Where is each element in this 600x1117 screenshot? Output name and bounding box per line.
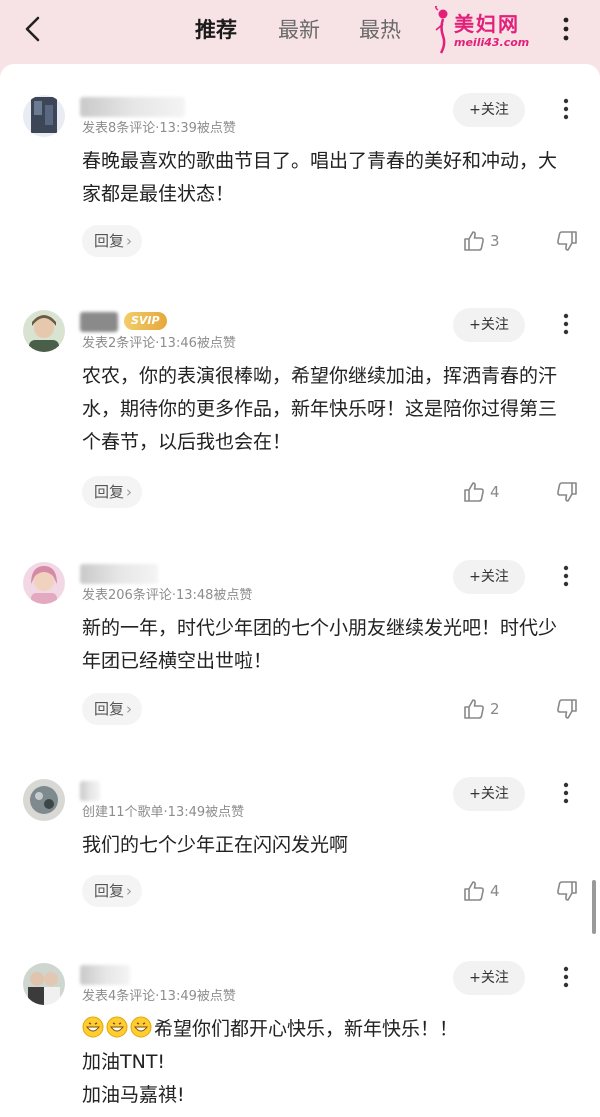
like-count: 3 <box>490 232 500 250</box>
chevron-right-icon: › <box>126 232 133 250</box>
dislike-icon[interactable] <box>555 697 579 721</box>
avatar[interactable] <box>23 779 65 821</box>
like-count: 4 <box>490 882 500 900</box>
avatar[interactable] <box>23 963 65 1005</box>
reply-button[interactable]: 回复 › <box>82 476 143 508</box>
svip-badge: SVIP <box>124 312 167 330</box>
grin-emoji-icon <box>106 1016 128 1038</box>
comment-meta: 创建11个歌单·13:49被点赞 <box>82 805 245 820</box>
username-blurred[interactable] <box>80 781 100 801</box>
watermark-title: 美妇网 <box>454 12 520 36</box>
tab-recommended[interactable]: 推荐 <box>195 14 237 44</box>
like-icon[interactable] <box>462 879 486 903</box>
comment-text-line: 加油马嘉祺! <box>82 1084 185 1106</box>
like-count: 2 <box>490 700 500 718</box>
follow-button[interactable]: +关注 <box>453 93 525 127</box>
username-blurred[interactable] <box>80 564 158 584</box>
like-icon[interactable] <box>462 229 486 253</box>
tab-hottest[interactable]: 最热 <box>359 14 401 44</box>
more-icon[interactable] <box>558 963 574 991</box>
comment-text-line: 希望你们都开心快乐，新年快乐！！ <box>154 1018 459 1040</box>
reply-label: 回复 <box>94 232 125 250</box>
follow-button[interactable]: +关注 <box>453 961 525 995</box>
reply-label: 回复 <box>94 882 125 900</box>
like-count: 4 <box>490 483 500 501</box>
avatar[interactable] <box>23 310 65 352</box>
follow-button[interactable]: +关注 <box>453 777 525 811</box>
comment-text: 希望你们都开心快乐，新年快乐！！ 加油TNT! 加油马嘉祺! <box>82 1013 572 1112</box>
follow-button[interactable]: +关注 <box>453 560 525 594</box>
watermark-logo: 美妇网 meili43.com <box>432 6 550 54</box>
more-icon[interactable] <box>558 14 574 44</box>
username-blurred[interactable] <box>80 97 185 117</box>
dislike-icon[interactable] <box>555 480 579 504</box>
dislike-icon[interactable] <box>555 879 579 903</box>
watermark-url: meili43.com <box>454 36 530 49</box>
reply-button[interactable]: 回复 › <box>82 693 143 725</box>
more-icon[interactable] <box>558 562 574 590</box>
grin-emoji-icon <box>82 1016 104 1038</box>
reply-button[interactable]: 回复 › <box>82 225 143 257</box>
follow-button[interactable]: +关注 <box>453 308 525 342</box>
grin-emoji-icon <box>130 1016 152 1038</box>
woman-figure-icon <box>434 6 448 54</box>
chevron-right-icon: › <box>126 483 133 501</box>
top-bar: 推荐 最新 最热 美妇网 meili43.com <box>0 0 600 62</box>
like-icon[interactable] <box>462 697 486 721</box>
reply-label: 回复 <box>94 700 125 718</box>
more-icon[interactable] <box>558 95 574 123</box>
chevron-right-icon: › <box>126 700 133 718</box>
username-blurred[interactable] <box>80 312 118 332</box>
like-icon[interactable] <box>462 480 486 504</box>
tab-latest[interactable]: 最新 <box>278 14 320 44</box>
comment-meta: 发表8条评论·13:39被点赞 <box>82 121 236 136</box>
scrollbar[interactable] <box>592 880 596 934</box>
comment-text: 我们的七个少年正在闪闪发光啊 <box>82 834 349 856</box>
comment-text-line: 加油TNT! <box>82 1051 166 1073</box>
reply-button[interactable]: 回复 › <box>82 875 143 907</box>
more-icon[interactable] <box>558 310 574 338</box>
more-icon[interactable] <box>558 779 574 807</box>
comment-meta: 发表2条评论·13:46被点赞 <box>82 336 236 351</box>
comment-text: 春晚最喜欢的歌曲节目了。唱出了青春的美好和冲动，大家都是最佳状态！ <box>82 150 558 205</box>
comment-meta: 发表206条评论·13:48被点赞 <box>82 588 253 603</box>
username-blurred[interactable] <box>80 965 130 985</box>
dislike-icon[interactable] <box>555 229 579 253</box>
back-icon[interactable] <box>18 14 48 44</box>
comment-text: 农农，你的表演很棒呦，希望你继续加油，挥洒青春的汗水，期待你的更多作品，新年快乐… <box>82 365 558 453</box>
comment-text: 新的一年，时代少年团的七个小朋友继续发光吧！时代少年团已经横空出世啦！ <box>82 617 558 672</box>
avatar[interactable] <box>23 562 65 604</box>
comment-meta: 发表4条评论·13:49被点赞 <box>82 989 236 1004</box>
avatar[interactable] <box>23 95 65 137</box>
chevron-right-icon: › <box>126 882 133 900</box>
reply-label: 回复 <box>94 483 125 501</box>
